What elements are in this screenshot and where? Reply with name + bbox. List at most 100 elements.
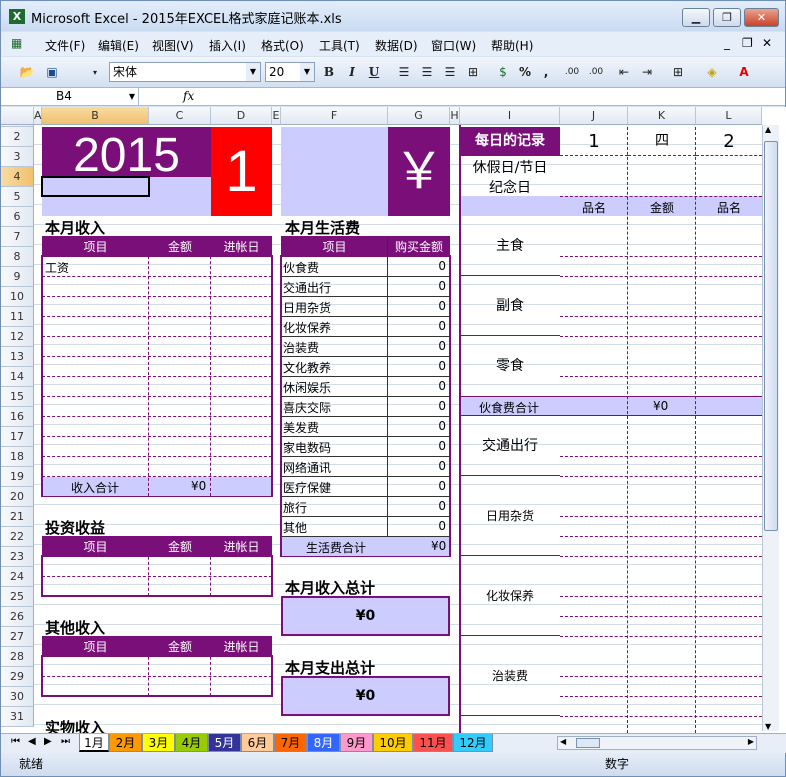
row-header[interactable]: 27 (1, 627, 34, 647)
living-item-value[interactable]: 0 (388, 299, 448, 313)
sheet-tab[interactable]: 1月 (79, 734, 109, 752)
column-header[interactable]: E (272, 107, 281, 125)
row-header[interactable]: 17 (1, 427, 34, 447)
align-center-icon[interactable]: ☰ (418, 63, 436, 82)
living-item-value[interactable]: 0 (388, 259, 448, 273)
percent-button[interactable]: % (517, 63, 533, 82)
row-header[interactable]: 21 (1, 507, 34, 527)
column-header[interactable]: D (211, 107, 272, 125)
vertical-scrollbar[interactable]: ▲ ▼ (762, 125, 779, 731)
bold-button[interactable]: B (320, 63, 338, 82)
scroll-left-icon[interactable]: ◀ (560, 737, 566, 746)
align-right-icon[interactable]: ☰ (441, 63, 459, 82)
italic-button[interactable]: I (343, 63, 361, 82)
font-color-icon[interactable]: A (734, 63, 754, 82)
living-item-value[interactable]: 0 (388, 419, 448, 433)
decrease-decimal-button[interactable]: .00 (585, 63, 607, 82)
living-item-value[interactable]: 0 (388, 319, 448, 333)
row-header[interactable]: 2 (1, 127, 34, 147)
living-item-value[interactable]: 0 (388, 359, 448, 373)
column-header[interactable]: F (281, 107, 388, 125)
scroll-right-icon[interactable]: ▶ (748, 737, 754, 746)
day1-value[interactable]: 1 (560, 127, 628, 156)
column-header[interactable]: G (388, 107, 450, 125)
worksheet[interactable]: A B C D E F G H I J K L 1 2 3 4 5 6 7 8 9 10 11 12… (1, 107, 786, 733)
row-header[interactable]: 23 (1, 547, 34, 567)
row-header[interactable]: 12 (1, 327, 34, 347)
row-header[interactable]: 8 (1, 247, 34, 267)
sheet-tab[interactable]: 11月 (413, 734, 453, 752)
fx-icon[interactable]: fx (183, 89, 194, 103)
fill-color-icon[interactable]: ◈ (701, 63, 723, 82)
sheet-tab[interactable]: 8月 (307, 734, 340, 752)
select-all-corner[interactable] (1, 107, 34, 125)
row-header[interactable]: 20 (1, 487, 34, 507)
open-icon[interactable]: 📂 (17, 63, 37, 82)
minimize-button[interactable]: ▁ (682, 8, 710, 27)
living-item-value[interactable]: 0 (388, 479, 448, 493)
tab-last-icon[interactable]: ⏭ (61, 736, 70, 747)
row-header[interactable]: 18 (1, 447, 34, 467)
living-item-value[interactable]: 0 (388, 339, 448, 353)
column-header[interactable]: A (34, 107, 42, 125)
menu-edit[interactable]: 编辑(E) (98, 37, 139, 54)
row-header[interactable]: 9 (1, 267, 34, 287)
column-header[interactable]: H (450, 107, 460, 125)
menu-help[interactable]: 帮助(H) (491, 37, 533, 54)
sheet-tab[interactable]: 3月 (142, 734, 175, 752)
scroll-up-icon[interactable]: ▲ (765, 125, 771, 134)
sheet-tab[interactable]: 4月 (175, 734, 208, 752)
row-header[interactable]: 16 (1, 407, 34, 427)
toolbar-options-icon[interactable]: ▾ (89, 63, 101, 82)
living-item-value[interactable]: 0 (388, 439, 448, 453)
excel-app-icon[interactable]: X (9, 9, 25, 24)
font-name-combo[interactable]: 宋体 ▼ (109, 62, 261, 82)
row-header[interactable]: 15 (1, 387, 34, 407)
row-header[interactable]: 25 (1, 587, 34, 607)
column-header[interactable]: L (696, 107, 762, 125)
increase-indent-icon[interactable]: ⇥ (638, 63, 656, 82)
tab-prev-icon[interactable]: ◀ (28, 736, 36, 747)
income-item[interactable]: 工资 (45, 259, 69, 276)
living-item-value[interactable]: 0 (388, 459, 448, 473)
underline-button[interactable]: U (365, 63, 383, 82)
tab-next-icon[interactable]: ▶ (44, 736, 52, 747)
horizontal-scrollbar[interactable]: ◀ ▶ (557, 736, 757, 750)
row-header[interactable]: 3 (1, 147, 34, 167)
sheet-tab[interactable]: 2月 (109, 734, 142, 752)
increase-decimal-button[interactable]: .00 (561, 63, 583, 82)
currency-icon[interactable]: $ (493, 63, 513, 82)
doc-minimize-icon[interactable]: _ (724, 36, 730, 50)
row-header[interactable]: 10 (1, 287, 34, 307)
doc-restore-icon[interactable]: ❐ (742, 36, 753, 50)
hscroll-thumb[interactable] (576, 738, 600, 748)
selected-cell-b4[interactable] (41, 176, 150, 197)
row-header[interactable]: 11 (1, 307, 34, 327)
menu-view[interactable]: 视图(V) (152, 37, 194, 54)
row-header[interactable]: 24 (1, 567, 34, 587)
comma-button[interactable]: , (539, 63, 553, 82)
save-icon[interactable]: ▣ (43, 63, 61, 82)
scroll-thumb[interactable] (764, 141, 778, 531)
row-header[interactable]: 29 (1, 667, 34, 687)
column-header[interactable]: K (628, 107, 696, 125)
sheet-tab[interactable]: 9月 (340, 734, 373, 752)
workbook-icon[interactable]: ▦ (11, 36, 22, 50)
borders-icon[interactable]: ⊞ (667, 63, 689, 82)
decrease-indent-icon[interactable]: ⇤ (615, 63, 633, 82)
merge-center-icon[interactable]: ⊞ (464, 63, 482, 82)
tab-first-icon[interactable]: ⏮ (11, 736, 20, 747)
font-size-combo[interactable]: 20 ▼ (265, 62, 315, 82)
column-header[interactable]: J (560, 107, 628, 125)
scroll-down-icon[interactable]: ▼ (765, 722, 771, 731)
row-header[interactable]: 22 (1, 527, 34, 547)
living-item-value[interactable]: 0 (388, 279, 448, 293)
day2-value[interactable]: 2 (696, 127, 762, 156)
sheet-tab[interactable]: 7月 (274, 734, 307, 752)
living-item-value[interactable]: 0 (388, 499, 448, 513)
living-item-value[interactable]: 0 (388, 519, 448, 533)
row-header[interactable]: 30 (1, 687, 34, 707)
row-header[interactable]: 5 (1, 187, 34, 207)
row-header[interactable]: 26 (1, 607, 34, 627)
row-header[interactable]: 28 (1, 647, 34, 667)
